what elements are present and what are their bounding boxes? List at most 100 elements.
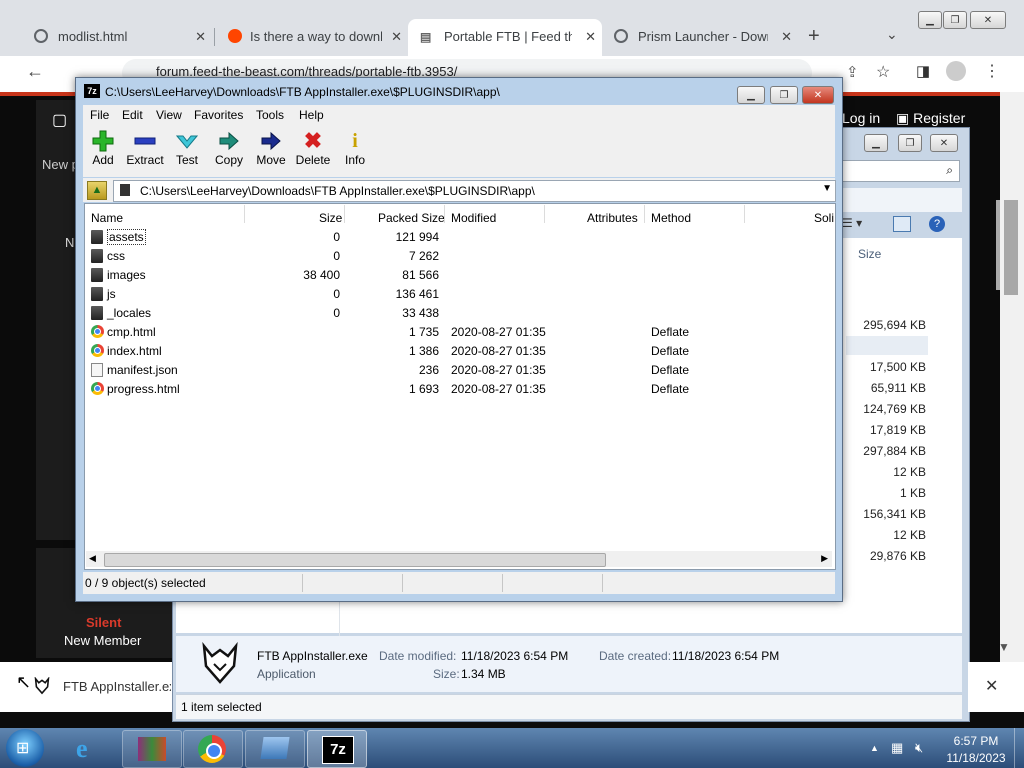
scroll-thumb[interactable] — [104, 553, 606, 567]
taskbar-winrar-icon[interactable] — [122, 730, 182, 768]
member-name[interactable]: Silent — [86, 615, 121, 630]
delete-button[interactable]: ✖ Delete — [290, 128, 336, 167]
delete-icon: ✖ — [303, 128, 323, 153]
extract-button[interactable]: Extract — [122, 129, 168, 167]
move-label: Move — [256, 153, 286, 167]
menu-icon[interactable]: ⋮ — [984, 61, 1000, 81]
column-header-method[interactable]: Method — [651, 211, 691, 225]
column-divider — [744, 205, 745, 223]
menu-view[interactable]: View — [156, 108, 182, 122]
network-icon[interactable]: ▦ — [891, 740, 903, 756]
scroll-down-icon[interactable]: ▼ — [998, 640, 1010, 654]
clock[interactable]: 6:57 PM 11/18/2023 — [943, 734, 1009, 765]
share-icon[interactable]: ⇪ — [846, 63, 859, 81]
scroll-left-icon[interactable]: ◀ — [89, 553, 96, 564]
star-icon[interactable]: ☆ — [876, 62, 890, 82]
table-row[interactable]: manifest.json 236 2020-08-27 01:35 Deflate — [86, 360, 832, 379]
table-row[interactable]: cmp.html 1 735 2020-08-27 01:35 Deflate — [86, 322, 832, 341]
taskbar-7zip-icon[interactable]: 7z — [307, 730, 367, 768]
start-button[interactable]: ⊞ — [6, 729, 44, 767]
close-icon[interactable]: ✕ — [585, 29, 596, 45]
up-folder-button[interactable]: ▲ — [87, 181, 107, 200]
file-method: Deflate — [651, 344, 690, 358]
profile-icon[interactable] — [946, 61, 966, 81]
menu-edit[interactable]: Edit — [122, 108, 143, 122]
maximize-button[interactable]: ❐ — [943, 11, 967, 29]
file-name: progress.html — [107, 382, 180, 396]
tab-modlist[interactable]: modlist.html ✕ — [22, 19, 212, 56]
move-button[interactable]: Move — [248, 129, 294, 167]
copy-button[interactable]: Copy — [206, 129, 252, 167]
column-header-solid[interactable]: Soli — [814, 211, 834, 225]
add-button[interactable]: Add — [80, 129, 126, 167]
table-row[interactable]: _locales 0 33 438 — [86, 303, 832, 322]
tab-reddit[interactable]: Is there a way to downlo ✕ — [216, 19, 408, 56]
up-arrow-icon: ▲ — [91, 184, 103, 196]
tray-expand-icon[interactable]: ▲ — [870, 743, 879, 753]
menu-tools[interactable]: Tools — [256, 108, 284, 122]
sevenzip-icon: 7z — [322, 736, 354, 764]
menu-file[interactable]: File — [90, 108, 109, 122]
new-posts-link[interactable]: New p — [42, 157, 79, 172]
volume-muted-icon[interactable]: 🔇︎ — [915, 740, 923, 756]
horizontal-scrollbar[interactable]: ◀ ▶ — [86, 551, 832, 567]
table-row[interactable]: index.html 1 386 2020-08-27 01:35 Deflate — [86, 341, 832, 360]
close-button[interactable]: ✕ — [970, 11, 1006, 29]
sevenzip-close-button[interactable]: ✕ — [802, 86, 834, 104]
login-link[interactable]: Log in — [842, 110, 880, 126]
taskbar-explorer-icon[interactable] — [245, 730, 305, 768]
minimize-button[interactable]: ▁ — [918, 11, 942, 29]
menu-favorites[interactable]: Favorites — [194, 108, 243, 122]
sevenzip-menu-bar: File Edit View Favorites Tools Help — [83, 105, 835, 125]
size-column-header[interactable]: Size — [858, 247, 881, 261]
table-row[interactable]: js 0 136 461 — [86, 284, 832, 303]
table-row[interactable]: assets 0 121 994 — [86, 227, 832, 246]
scroll-right-icon[interactable]: ▶ — [821, 553, 828, 564]
download-file-name[interactable]: FTB AppInstaller.exe — [63, 679, 171, 694]
status-divider — [502, 574, 503, 592]
column-header-name[interactable]: Name — [91, 211, 123, 225]
preview-pane-icon[interactable] — [893, 216, 911, 232]
page-scrollbar-handle[interactable] — [1004, 200, 1018, 295]
explorer-maximize-button[interactable]: ❐ — [898, 134, 922, 152]
close-icon[interactable]: ✕ — [195, 29, 206, 45]
explorer-close-button[interactable]: ✕ — [930, 134, 958, 152]
page-scrollbar[interactable] — [1000, 92, 1024, 662]
sevenzip-title-bar[interactable]: 7z C:\Users\LeeHarvey\Downloads\FTB AppI… — [79, 81, 837, 103]
new-tab-button[interactable]: + — [808, 25, 820, 48]
tab-portable-ftb[interactable]: ▤ Portable FTB | Feed the ✕ — [408, 19, 602, 56]
tab-search-icon[interactable]: ⌄ — [886, 26, 898, 43]
tab-prism-launcher[interactable]: Prism Launcher - Downl ✕ — [602, 19, 798, 56]
column-header-size[interactable]: Size — [319, 211, 342, 225]
file-packed-size: 33 438 — [402, 306, 439, 320]
path-dropdown-icon[interactable]: ▼ — [822, 183, 832, 194]
column-header-packed-size[interactable]: Packed Size — [378, 211, 445, 225]
info-button[interactable]: i Info — [332, 129, 378, 168]
menu-help[interactable]: Help — [299, 108, 324, 122]
view-options-icon[interactable]: ☰ ▾ — [842, 216, 862, 230]
table-row[interactable]: images 38 400 81 566 — [86, 265, 832, 284]
explorer-minimize-button[interactable]: ▁ — [864, 134, 888, 152]
close-icon[interactable]: ✕ — [781, 29, 792, 45]
taskbar-ie-icon[interactable]: e — [62, 730, 120, 766]
help-icon[interactable]: ? — [929, 216, 945, 232]
sevenzip-path-input[interactable]: C:\Users\LeeHarvey\Downloads\FTB AppInst… — [113, 180, 836, 202]
table-row[interactable]: progress.html 1 693 2020-08-27 01:35 Deflat… — [86, 379, 832, 398]
column-header-attributes[interactable]: Attributes — [587, 211, 638, 225]
file-packed-size: 236 — [418, 363, 439, 377]
download-bar-close-button[interactable]: ✕ — [985, 676, 998, 696]
explorer-icon — [260, 737, 290, 759]
show-desktop-button[interactable] — [1014, 728, 1024, 768]
sevenzip-maximize-button[interactable]: ❐ — [770, 86, 798, 104]
register-link[interactable]: ▣ Register — [896, 110, 965, 127]
table-row[interactable]: css 0 7 262 — [86, 246, 832, 265]
test-button[interactable]: Test — [164, 129, 210, 167]
back-icon[interactable]: ← — [26, 61, 44, 82]
close-icon[interactable]: ✕ — [391, 29, 402, 45]
explorer-search-input[interactable]: ⌕ — [838, 160, 960, 182]
sidepanel-icon[interactable]: ◨ — [916, 62, 930, 80]
taskbar-chrome-icon[interactable] — [183, 730, 243, 768]
sevenzip-title-icon: 7z — [84, 84, 100, 98]
column-header-modified[interactable]: Modified — [451, 211, 496, 225]
sevenzip-minimize-button[interactable]: ▁ — [737, 86, 765, 104]
